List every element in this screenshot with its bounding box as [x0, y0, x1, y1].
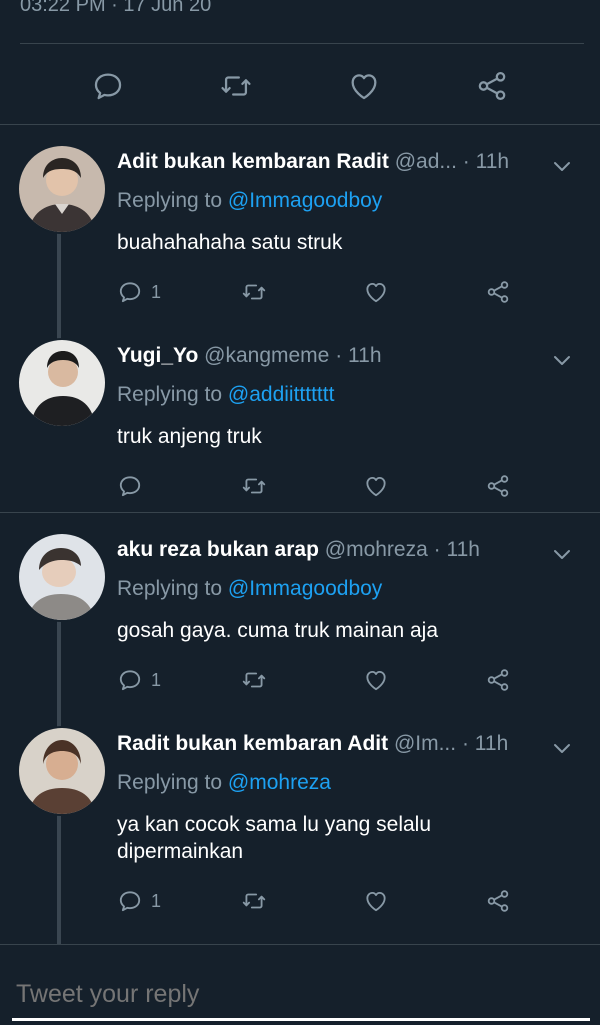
like-icon [366, 476, 386, 497]
replying-to: Replying to @Immagoodboy [117, 577, 383, 600]
reply-button[interactable] [117, 471, 151, 501]
thread-line [57, 812, 61, 944]
mention-link[interactable]: @mohreza [228, 771, 331, 794]
retweet-button[interactable] [241, 471, 267, 501]
like-icon [351, 74, 377, 100]
reply-tweet[interactable]: Yugi_Yo @kangmeme · 11h Replying to @add… [0, 338, 600, 508]
input-underline [12, 1018, 590, 1021]
share-icon [487, 475, 509, 497]
user-handle[interactable]: @mohreza [325, 538, 428, 561]
reply-actions: 1 [117, 277, 600, 307]
retweet-button[interactable] [241, 886, 267, 916]
reply-tweet[interactable]: Adit bukan kembaran Radit @ad... · 11h R… [0, 144, 600, 350]
tweet-timestamp: 03:22 PM · 17 Jun 20 [20, 0, 212, 16]
retweet-icon [242, 284, 266, 300]
thread-line [57, 230, 61, 350]
reply-tweet[interactable]: Radit bukan kembaran Adit @Im... · 11h R… [0, 726, 600, 944]
replying-to: Replying to @addiittttttt [117, 383, 335, 406]
like-button[interactable] [363, 665, 389, 695]
reply-icon [119, 891, 141, 912]
reply-header: Yugi_Yo @kangmeme · 11h [117, 344, 382, 367]
reply-actions [117, 471, 600, 501]
timestamp: 11h [475, 150, 510, 173]
reply-button[interactable]: 1 [117, 277, 161, 307]
avatar[interactable] [17, 144, 107, 234]
mention-link[interactable]: @Immagoodboy [228, 189, 382, 212]
reply-icon [119, 670, 141, 691]
reply-icon [119, 282, 141, 303]
mention-link[interactable]: @Immagoodboy [228, 577, 382, 600]
tweet-text: ya kan cocok sama lu yang selalu diperma… [117, 813, 432, 863]
timestamp: 11h [446, 538, 480, 561]
share-button[interactable] [485, 277, 511, 307]
tweet-text: truk anjeng truk [117, 425, 262, 448]
avatar[interactable] [17, 532, 107, 622]
divider [0, 124, 600, 125]
chevron-down-icon[interactable] [550, 154, 574, 178]
reply-icon [119, 476, 141, 497]
reply-count: 1 [151, 281, 162, 302]
user-handle[interactable]: @kangmeme [204, 344, 329, 367]
replying-to: Replying to @Immagoodboy [117, 189, 383, 212]
share-button[interactable] [485, 471, 511, 501]
share-button[interactable] [485, 665, 511, 695]
reply-input[interactable] [14, 979, 578, 1010]
retweet-icon [242, 478, 266, 494]
like-icon [366, 670, 386, 691]
retweet-button[interactable] [241, 277, 267, 307]
reply-count: 1 [151, 669, 162, 690]
retweet-button[interactable] [216, 66, 256, 106]
like-icon [366, 891, 386, 912]
reply-button[interactable] [88, 66, 128, 106]
tweet-text: buahahahaha satu struk [117, 231, 343, 254]
thread-line [57, 618, 61, 738]
like-button[interactable] [363, 886, 389, 916]
divider [0, 512, 600, 513]
retweet-icon [242, 893, 266, 909]
user-handle[interactable]: @Im... [394, 732, 456, 755]
reply-header: Adit bukan kembaran Radit @ad... · 11h [117, 150, 510, 173]
chevron-down-icon[interactable] [550, 542, 574, 566]
reply-button[interactable]: 1 [117, 886, 161, 916]
timestamp: 11h [348, 344, 382, 367]
main-tweet-actions [0, 56, 600, 112]
display-name[interactable]: Yugi_Yo [117, 344, 198, 367]
share-icon [487, 890, 509, 912]
chevron-down-icon[interactable] [550, 736, 574, 760]
reply-count: 1 [151, 890, 162, 911]
avatar[interactable] [17, 726, 107, 816]
reply-tweet[interactable]: aku reza bukan arap @mohreza · 11h Reply… [0, 532, 600, 738]
retweet-icon [242, 672, 266, 688]
share-icon [478, 71, 506, 101]
display-name[interactable]: Radit bukan kembaran Adit [117, 732, 388, 755]
reply-actions: 1 [117, 665, 600, 695]
divider [20, 43, 584, 44]
retweet-button[interactable] [241, 665, 267, 695]
avatar[interactable] [17, 338, 107, 428]
like-icon [366, 282, 386, 303]
user-handle[interactable]: @ad... [395, 150, 457, 173]
like-button[interactable] [363, 471, 389, 501]
share-button[interactable] [485, 886, 511, 916]
reply-button[interactable]: 1 [117, 665, 161, 695]
reply-header: Radit bukan kembaran Adit @Im... · 11h [117, 732, 509, 755]
timestamp: 11h [474, 732, 509, 755]
reply-icon [94, 73, 122, 100]
retweet-icon [221, 76, 251, 96]
share-icon [487, 669, 509, 691]
mention-link[interactable]: @addiittttttt [228, 383, 335, 406]
like-button[interactable] [363, 277, 389, 307]
replying-to: Replying to @mohreza [117, 771, 331, 794]
reply-composer [0, 944, 600, 1025]
reply-actions: 1 [117, 886, 600, 916]
display-name[interactable]: aku reza bukan arap [117, 538, 319, 561]
share-icon [487, 281, 509, 303]
reply-header: aku reza bukan arap @mohreza · 11h [117, 538, 480, 561]
tweet-text: gosah gaya. cuma truk mainan aja [117, 619, 439, 642]
like-button[interactable] [344, 66, 384, 106]
share-button[interactable] [472, 66, 512, 106]
chevron-down-icon[interactable] [550, 348, 574, 372]
display-name[interactable]: Adit bukan kembaran Radit [117, 150, 389, 173]
